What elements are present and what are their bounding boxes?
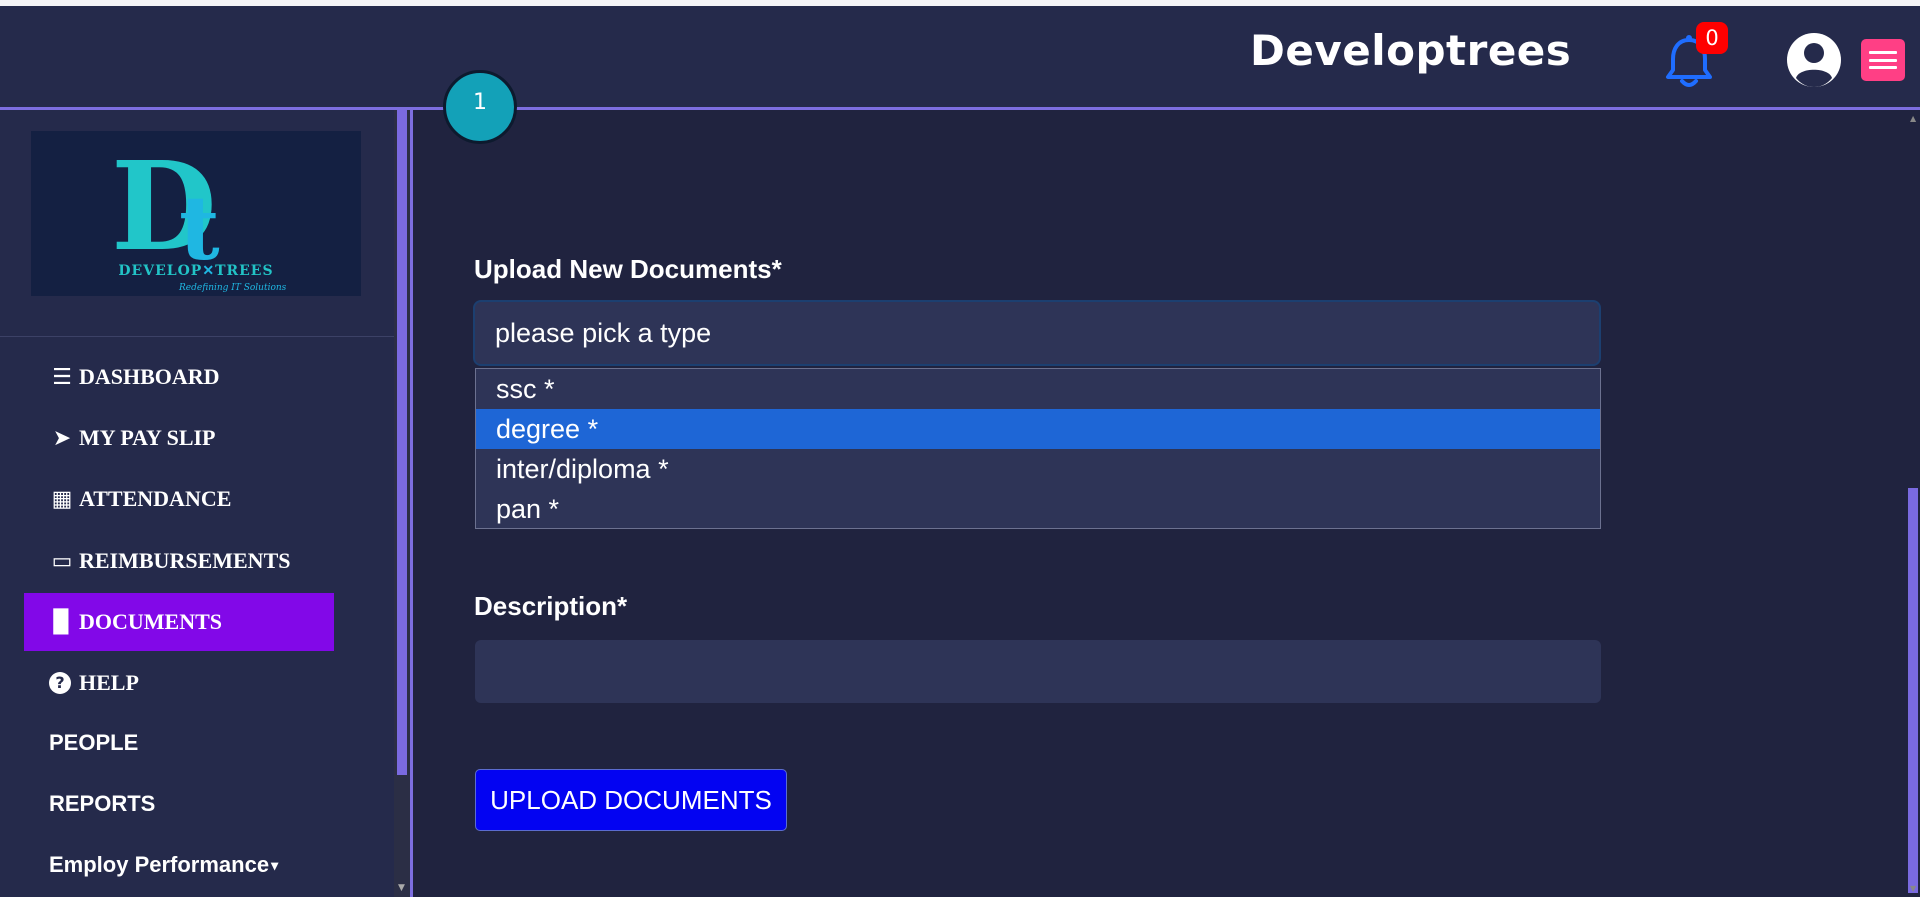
company-logo: D t DEVELOP✕TREES Redefining IT Solution… — [31, 131, 361, 296]
scroll-up-arrow-icon[interactable]: ▲ — [1910, 114, 1916, 123]
sidebar-item-label: DOCUMENTS — [79, 609, 223, 634]
sidebar-item-label: ATTENDANCE — [79, 486, 232, 511]
sidebar-scrollbar[interactable]: ▼ — [394, 110, 410, 897]
scroll-down-arrow-icon[interactable]: ▼ — [1910, 884, 1916, 893]
sidebar-item-dashboard[interactable]: ☰ DASHBOARD — [24, 348, 334, 406]
hamburger-menu-icon[interactable] — [1861, 39, 1905, 81]
option-ssc[interactable]: ssc * — [476, 369, 1600, 409]
document-type-dropdown: ssc * degree * inter/diploma * pan * — [475, 368, 1601, 529]
sidebar-item-label: DASHBOARD — [79, 364, 220, 389]
option-degree[interactable]: degree * — [476, 409, 1600, 449]
sidebar-divider — [0, 336, 394, 337]
upload-label: Upload New Documents* — [474, 254, 782, 284]
upload-documents-button[interactable]: UPLOAD DOCUMENTS — [475, 769, 787, 831]
sidebar-item-label: Employ Performance — [49, 852, 270, 877]
logo-tagline: Redefining IT Solutions — [179, 283, 287, 293]
bars-icon: ☰ — [52, 364, 72, 390]
option-pan[interactable]: pan * — [476, 489, 1600, 529]
sidebar-item-my-pay-slip[interactable]: ➤ MY PAY SLIP — [24, 409, 334, 467]
file-icon: ▉ — [53, 609, 71, 635]
sidebar-item-label: HELP — [79, 670, 139, 695]
sidebar-item-label: MY PAY SLIP — [79, 425, 216, 450]
scroll-down-arrow-icon[interactable]: ▼ — [398, 883, 405, 893]
main-scrollbar-thumb[interactable] — [1908, 488, 1918, 893]
main-scrollbar[interactable]: ▲ ▼ — [1906, 110, 1920, 897]
sidebar-item-employ-performance[interactable]: Employ Performance ▾ — [24, 836, 334, 894]
option-inter-diploma[interactable]: inter/diploma * — [476, 449, 1600, 489]
description-input[interactable] — [475, 640, 1601, 703]
user-avatar-icon[interactable] — [1786, 32, 1842, 88]
logo-wordmark: DEVELOP✕TREES — [118, 263, 274, 279]
logo-letter-t: t — [179, 176, 220, 280]
sidebar-item-reimbursements[interactable]: ▭ REIMBURSEMENTS — [24, 532, 334, 590]
sidebar-item-attendance[interactable]: ▦ ATTENDANCE — [24, 470, 334, 528]
sidebar-item-label: REIMBURSEMENTS — [79, 548, 291, 573]
sidebar-item-reports[interactable]: REPORTS — [24, 775, 334, 833]
sidebar-item-label: PEOPLE — [49, 730, 139, 755]
sidebar-scrollbar-thumb[interactable] — [397, 110, 407, 775]
description-label: Description* — [474, 591, 628, 621]
caret-down-icon: ▾ — [271, 856, 279, 873]
calendar-icon: ▦ — [51, 486, 73, 512]
sidebar: D t DEVELOP✕TREES Redefining IT Solution… — [0, 110, 394, 897]
main-content: 1 Upload New Documents* please pick a ty… — [410, 70, 1913, 897]
select-placeholder: please pick a type — [495, 317, 712, 348]
credit-card-icon: ▭ — [51, 548, 73, 574]
sidebar-item-help[interactable]: ? HELP — [24, 654, 334, 712]
document-type-select[interactable]: please pick a type — [473, 300, 1601, 366]
question-circle-icon: ? — [49, 672, 71, 694]
notification-badge: 0 — [1696, 22, 1728, 54]
sidebar-item-documents[interactable]: ▉ DOCUMENTS — [24, 593, 334, 651]
paper-plane-icon: ➤ — [52, 425, 72, 451]
top-navbar: Developtrees 0 — [0, 6, 1920, 110]
sidebar-item-label: REPORTS — [49, 791, 156, 816]
step-circle: 1 — [443, 70, 517, 144]
sidebar-item-people[interactable]: PEOPLE — [24, 714, 334, 772]
brand-title: Developtrees — [1250, 26, 1572, 75]
